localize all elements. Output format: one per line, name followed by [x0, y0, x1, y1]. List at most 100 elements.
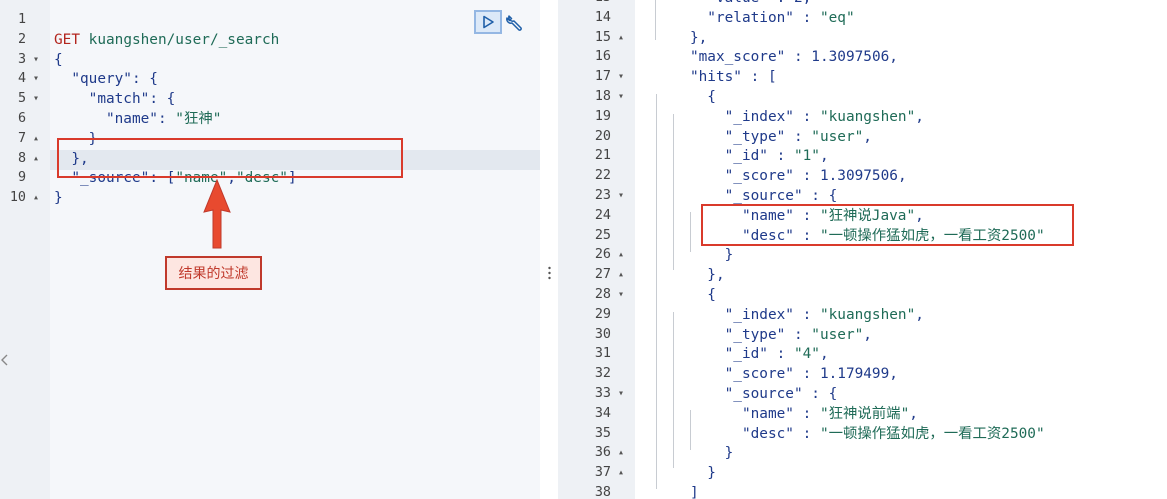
vertical-dots-icon[interactable]	[548, 266, 551, 280]
response-code-line[interactable]: },	[638, 28, 707, 48]
response-line-number: 30	[558, 325, 635, 345]
response-line-number-text: 24	[594, 207, 611, 223]
fold-expanded-icon[interactable]: ▾	[615, 285, 627, 305]
fold-expanded-icon[interactable]: ▾	[30, 89, 42, 109]
code-token: : {	[802, 188, 838, 204]
request-code-line[interactable]: "name": "狂神"	[54, 109, 221, 129]
request-code-line[interactable]: }	[54, 188, 63, 208]
request-code-line[interactable]: "match": {	[54, 89, 176, 109]
request-line-number-text: 10	[9, 190, 26, 206]
request-line-number: 9	[0, 168, 50, 188]
response-code-line[interactable]: "_source" : {	[638, 384, 838, 404]
response-line-number: 17 ▾	[558, 67, 635, 87]
pane-splitter[interactable]	[540, 0, 558, 499]
response-line-number: 25	[558, 226, 635, 246]
chevron-left-icon[interactable]	[0, 352, 10, 368]
fold-collapsed-icon[interactable]: ▴	[30, 149, 42, 169]
code-token: },	[638, 29, 708, 46]
code-token: "query"	[54, 71, 132, 88]
response-line-number-text: 13	[595, 0, 611, 8]
response-line-number: 21	[558, 146, 635, 166]
fold-expanded-icon[interactable]: ▾	[615, 87, 627, 107]
response-line-number-text: 35	[594, 425, 611, 441]
request-line-number: 4 ▾	[0, 69, 50, 89]
code-token: {	[638, 89, 716, 105]
response-code-line[interactable]: "max_score" : 1.3097506,	[638, 47, 898, 67]
response-code-line[interactable]: }	[638, 443, 734, 463]
code-token: "_id"	[638, 148, 768, 165]
response-code-line[interactable]: }	[638, 245, 734, 265]
code-token: "max_score"	[638, 49, 786, 66]
code-token: "user"	[811, 326, 864, 343]
request-line-number-text: 5	[17, 91, 26, 107]
run-request-button[interactable]	[474, 10, 502, 34]
fold-expanded-icon[interactable]: ▾	[615, 186, 627, 206]
code-token: "_index"	[638, 108, 794, 125]
code-token: ,	[915, 108, 924, 125]
fold-expanded-icon[interactable]: ▾	[615, 384, 627, 404]
request-settings-button[interactable]	[504, 12, 526, 34]
request-line-number-text: 4	[17, 71, 26, 87]
response-code-line[interactable]: }	[638, 463, 716, 483]
response-code-line[interactable]: ]	[638, 483, 699, 499]
response-code-line[interactable]: {	[638, 87, 716, 107]
response-code-line[interactable]: },	[638, 265, 724, 285]
response-code-line[interactable]: "_source" : {	[638, 186, 838, 206]
request-code-line[interactable]: "query": {	[54, 69, 158, 89]
request-code-line[interactable]: {	[54, 50, 63, 70]
response-code-line[interactable]: "_score" : 1.179499,	[638, 364, 898, 384]
fold-collapsed-icon[interactable]: ▴	[30, 129, 42, 149]
indent-guide	[690, 410, 691, 450]
response-code-line[interactable]: {	[638, 285, 716, 305]
response-code-line[interactable]: "desc" : "一顿操作猛如虎，一看工资2500"	[638, 424, 1045, 444]
code-token: 1.3097506	[819, 168, 898, 185]
annotation-label: 结果的过滤	[165, 256, 262, 290]
response-code-line[interactable]: "relation" : "eq"	[638, 8, 854, 28]
annotation-arrow	[203, 178, 231, 249]
fold-collapsed-icon[interactable]: ▴	[615, 443, 627, 463]
request-line-number: 5 ▾	[0, 89, 50, 109]
response-code-line[interactable]: "_id" : "1",	[638, 146, 829, 166]
response-line-number: 13	[558, 0, 635, 8]
code-token: 1.3097506	[811, 49, 890, 66]
request-editor[interactable]: 1 2 3 ▾ 4 ▾ 5 ▾ 6 7 ▴ 8 ▴ 9 10 ▴ GET kuangshen/user/_se…	[0, 0, 540, 499]
fold-collapsed-icon[interactable]: ▴	[615, 463, 627, 483]
response-line-number: 20	[558, 127, 635, 147]
code-token: ,	[863, 128, 872, 145]
indent-guide	[673, 312, 674, 468]
response-line-number: 18 ▾	[558, 87, 635, 107]
request-line-number-text: 6	[17, 111, 26, 126]
response-viewer[interactable]: 131415▴1617▾18▾1920212223▾242526▴27▴28▾2…	[558, 0, 1167, 499]
response-line-number-text: 18	[594, 89, 611, 104]
code-token: :	[767, 148, 794, 165]
response-code-line[interactable]: "_index" : "kuangshen",	[638, 107, 924, 127]
fold-collapsed-icon[interactable]: ▴	[30, 188, 42, 208]
request-line-number: 10 ▴	[0, 188, 50, 208]
response-code-line[interactable]: "_index" : "kuangshen",	[638, 305, 924, 325]
code-token: "一顿操作猛如虎，一看工资2500"	[819, 425, 1045, 442]
source-result-highlight	[701, 204, 1074, 246]
code-token: :	[793, 108, 820, 125]
fold-collapsed-icon[interactable]: ▴	[615, 265, 627, 285]
response-line-number: 33 ▾	[558, 384, 635, 404]
code-token: "狂神"	[175, 111, 222, 127]
response-code-line[interactable]: "_score" : 1.3097506,	[638, 166, 907, 186]
response-code-line[interactable]: "value" : 2,	[638, 0, 811, 8]
response-line-number: 38	[558, 483, 635, 499]
response-code-line[interactable]: "_id" : "4",	[638, 344, 829, 364]
request-code-line[interactable]: GET kuangshen/user/_search	[54, 30, 279, 50]
code-token: : {	[149, 91, 176, 108]
fold-collapsed-icon[interactable]: ▴	[615, 28, 627, 48]
fold-expanded-icon[interactable]: ▾	[30, 50, 42, 70]
code-token: }	[54, 190, 63, 207]
request-line-number: 8 ▴	[0, 149, 50, 169]
code-token: ,	[889, 366, 898, 383]
fold-expanded-icon[interactable]: ▾	[30, 69, 42, 89]
code-token: :	[793, 168, 820, 185]
code-token: ,	[889, 49, 898, 66]
wrench-icon	[506, 15, 522, 31]
fold-expanded-icon[interactable]: ▾	[615, 67, 627, 87]
response-code-line[interactable]: "name" : "狂神说前端",	[638, 404, 918, 424]
response-code-line[interactable]: "hits" : [	[638, 67, 777, 87]
fold-collapsed-icon[interactable]: ▴	[615, 245, 627, 265]
